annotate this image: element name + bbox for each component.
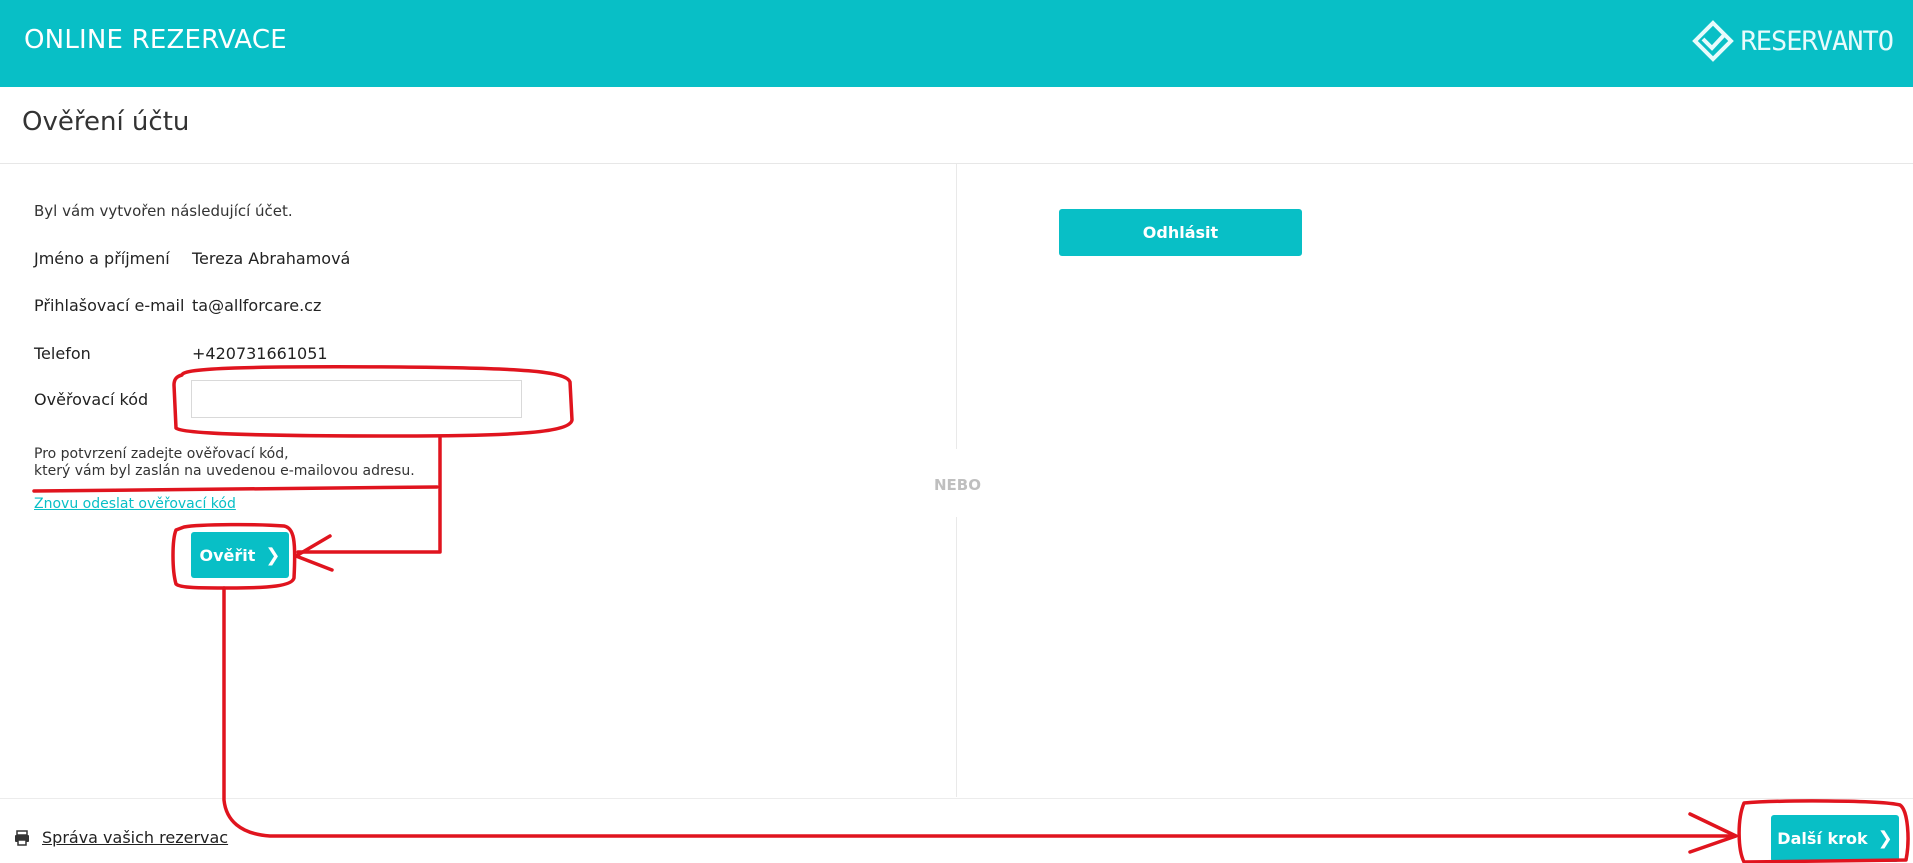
name-value: Tereza Abrahamová xyxy=(192,249,351,268)
vertical-divider xyxy=(956,517,957,797)
verify-button-label: Ověřit xyxy=(199,545,256,565)
logout-button[interactable]: Odhlásit xyxy=(1059,209,1302,256)
email-value: ta@allforcare.cz xyxy=(192,296,322,315)
footer-divider xyxy=(0,798,1913,799)
chevron-right-icon: ❯ xyxy=(265,544,281,566)
verification-hint-line-2: který vám byl zaslán na uvedenou e-mailo… xyxy=(34,463,415,479)
annotation-arrow-head-next xyxy=(1688,812,1738,854)
email-label: Přihlašovací e-mail xyxy=(34,296,185,315)
verification-hint-line-1: Pro potvrzení zadejte ověřovací kód, xyxy=(34,446,289,462)
verify-button[interactable]: Ověřit ❯ xyxy=(191,532,289,578)
resend-code-link[interactable]: Znovu odeslat ověřovací kód xyxy=(34,496,236,512)
verification-code-label: Ověřovací kód xyxy=(34,390,149,409)
phone-value: +420731661051 xyxy=(192,344,328,363)
printer-icon xyxy=(15,829,29,846)
account-intro: Byl vám vytvořen následující účet. xyxy=(34,202,293,220)
brand-name: RESERVANTO xyxy=(1740,25,1894,57)
app-title: ONLINE REZERVACE xyxy=(24,25,287,55)
verification-hint: Pro potvrzení zadejte ověřovací kód, kte… xyxy=(34,446,415,480)
page-header: Ověření účtu xyxy=(0,87,1913,164)
vertical-divider xyxy=(956,164,957,449)
logout-button-label: Odhlásit xyxy=(1142,223,1219,242)
phone-label: Telefon xyxy=(34,344,91,363)
or-separator: NEBO xyxy=(934,476,981,494)
next-step-label: Další krok xyxy=(1777,829,1868,848)
name-label: Jméno a příjmení xyxy=(34,249,170,268)
top-bar: ONLINE REZERVACE RESERVANTO xyxy=(0,0,1913,87)
annotation-arrow-head-verify xyxy=(294,534,334,572)
next-step-button[interactable]: Další krok ❯ xyxy=(1771,815,1899,862)
verification-code-input[interactable] xyxy=(191,380,522,418)
diamond-logo-icon xyxy=(1692,20,1735,62)
chevron-right-icon: ❯ xyxy=(1877,828,1893,849)
page-title: Ověření účtu xyxy=(22,107,190,137)
manage-reservations-link[interactable]: Správa vašich rezervac xyxy=(14,828,228,847)
manage-reservations-label: Správa vašich rezervac xyxy=(42,828,229,847)
brand: RESERVANTO xyxy=(1692,20,1894,62)
annotation-hint-underline xyxy=(32,485,439,493)
